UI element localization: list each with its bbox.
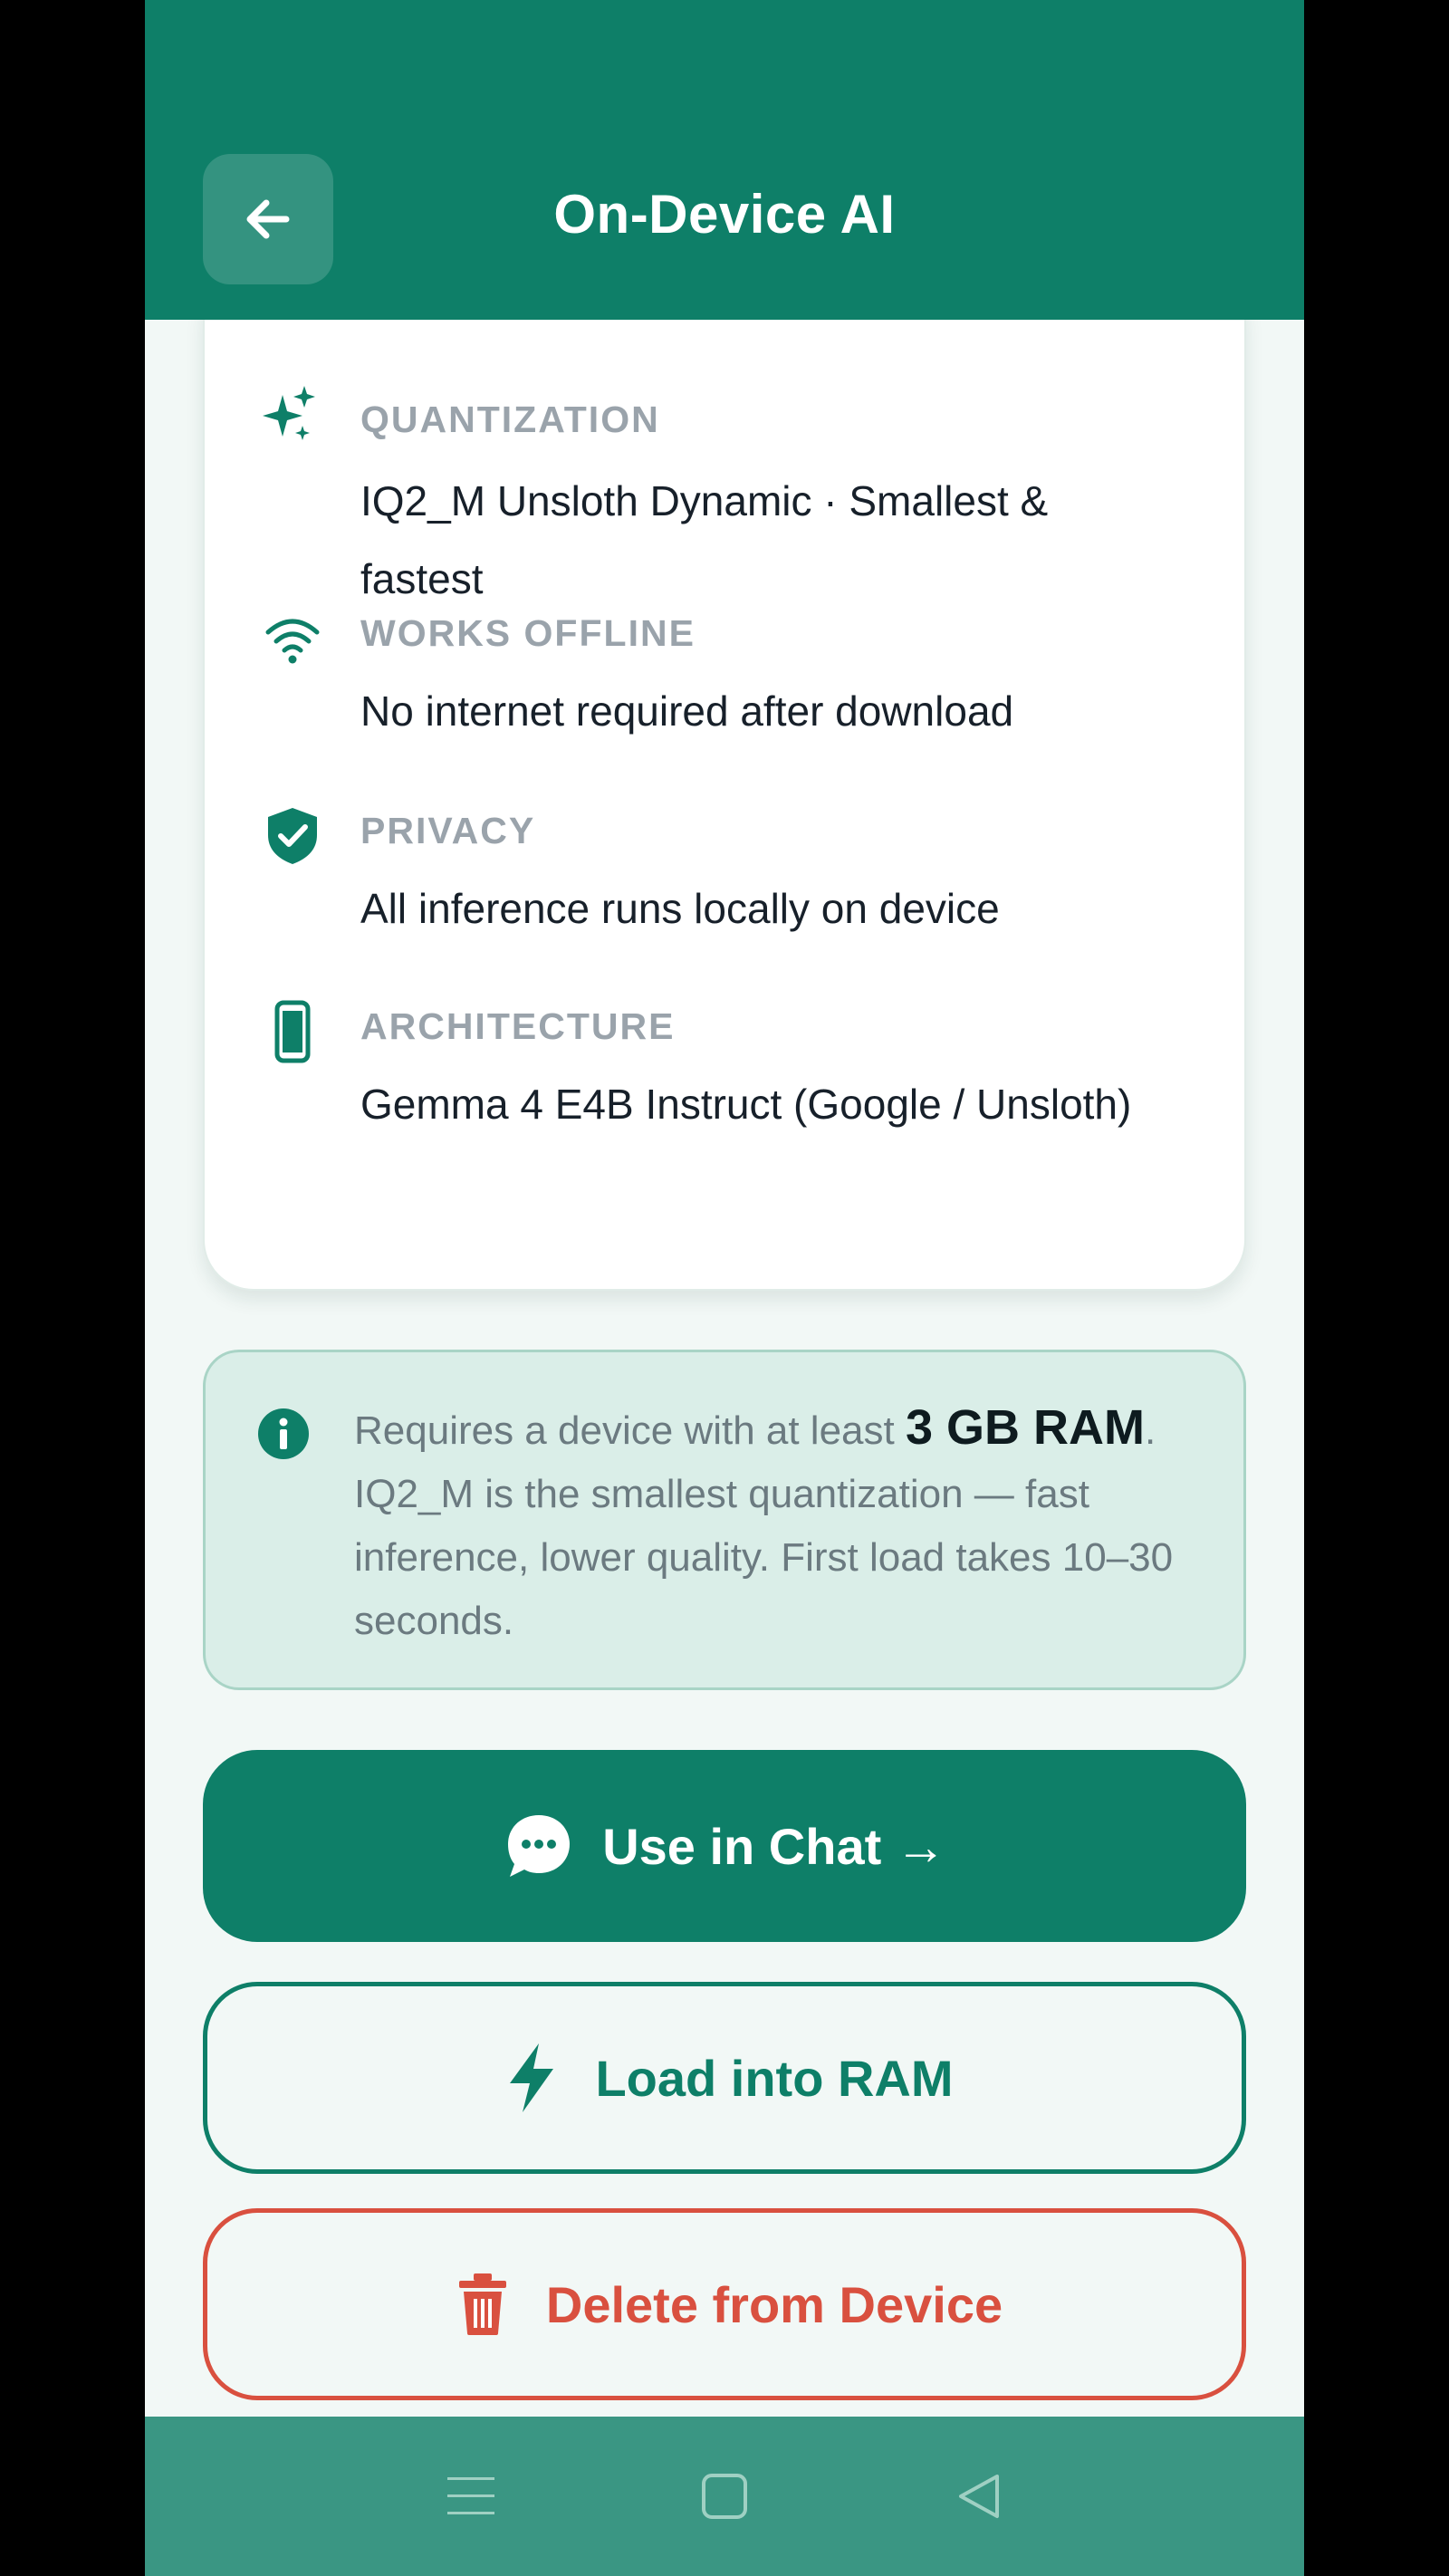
info-highlight: 3 GB RAM xyxy=(905,1400,1145,1455)
detail-value: IQ2_M Unsloth Dynamic · Smallest & faste… xyxy=(360,477,1049,602)
load-into-ram-label: Load into RAM xyxy=(595,2049,954,2107)
trash-icon xyxy=(446,2268,519,2341)
model-details-card: QUANTIZATION IQ2_M Unsloth Dynamic · Sma… xyxy=(203,272,1246,1291)
load-into-ram-button[interactable]: Load into RAM xyxy=(203,1982,1246,2174)
info-text-before: Requires a device with at least xyxy=(354,1408,906,1453)
back-triangle-icon[interactable] xyxy=(942,2460,1014,2533)
menu-icon[interactable] xyxy=(435,2460,507,2533)
use-in-chat-label: Use in Chat → xyxy=(602,1817,946,1875)
detail-label: WORKS OFFLINE xyxy=(360,612,696,654)
delete-from-device-button[interactable]: Delete from Device xyxy=(203,2208,1246,2400)
use-in-chat-button[interactable]: Use in Chat → xyxy=(203,1750,1246,1942)
home-square-icon[interactable] xyxy=(688,2460,761,2533)
info-text: Requires a device with at least 3 GB RAM… xyxy=(354,1396,1223,1653)
detail-label: ARCHITECTURE xyxy=(360,1005,676,1047)
detail-label: QUANTIZATION xyxy=(360,399,660,440)
system-navigation-bar xyxy=(145,2417,1304,2576)
phone-icon xyxy=(274,1000,311,1063)
ram-requirement-info: Requires a device with at least 3 GB RAM… xyxy=(203,1350,1246,1690)
sparkles-icon xyxy=(263,386,315,440)
delete-from-device-label: Delete from Device xyxy=(545,2275,1003,2333)
detail-value: All inference runs locally on device xyxy=(360,885,1000,932)
detail-label: PRIVACY xyxy=(360,810,536,851)
app-screen: QUANTIZATION IQ2_M Unsloth Dynamic · Sma… xyxy=(145,0,1304,2576)
detail-value: No internet required after download xyxy=(360,687,1014,735)
shield-check-icon xyxy=(268,808,317,864)
top-app-bar: On-Device AI xyxy=(145,0,1304,320)
chat-bubble-icon xyxy=(503,1810,575,1882)
detail-value: Gemma 4 E4B Instruct (Google / Unsloth) xyxy=(360,1081,1132,1128)
page-title: On-Device AI xyxy=(553,184,896,245)
wifi-icon xyxy=(265,619,320,664)
lightning-icon xyxy=(495,2042,568,2114)
info-icon xyxy=(258,1408,309,1459)
